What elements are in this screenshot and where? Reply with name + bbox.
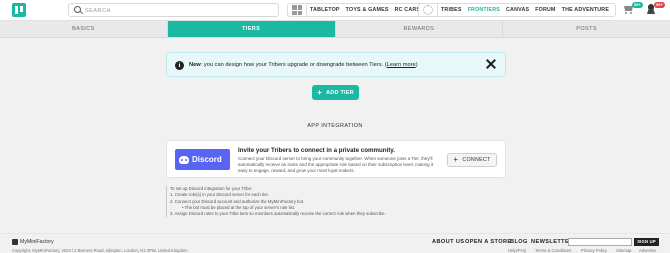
nav-canvas[interactable]: CANVAS bbox=[506, 7, 529, 13]
nav-tribes[interactable]: TRIBES bbox=[441, 7, 462, 13]
tab-posts[interactable]: POSTS bbox=[503, 21, 670, 37]
plus-icon: + bbox=[453, 155, 459, 164]
search-bar[interactable] bbox=[68, 3, 279, 17]
footer-link-sitemap[interactable]: Sitemap bbox=[616, 248, 631, 253]
connect-button[interactable]: + CONNECT bbox=[447, 153, 497, 167]
notice-body: : you can design how your Tribers upgrad… bbox=[200, 62, 387, 68]
plus-icon: + bbox=[317, 87, 323, 97]
grid-icon bbox=[292, 5, 302, 15]
app-integration-heading: APP INTEGRATION bbox=[307, 123, 363, 129]
footer-brand: MyMiniFactory bbox=[20, 239, 54, 245]
notice-prefix: New bbox=[189, 62, 201, 68]
discord-icon bbox=[179, 155, 189, 164]
cart-count-badge: 99+ bbox=[632, 2, 643, 8]
nav-divider bbox=[437, 3, 438, 17]
notification-count-badge: 99+ bbox=[654, 2, 665, 8]
info-notice: i New: you can design how your Tribers u… bbox=[166, 52, 506, 77]
newsletter-email-input[interactable] bbox=[568, 238, 632, 246]
page-footer: MyMiniFactory Copyright, MyMiniFactory, … bbox=[0, 233, 670, 253]
nav-forum[interactable]: FORUM bbox=[535, 7, 555, 13]
tab-rewards[interactable]: REWARDS bbox=[336, 21, 504, 37]
footer-link-terms[interactable]: Terms & Conditions bbox=[535, 248, 571, 253]
nav-rc-cars[interactable]: RC CARS bbox=[395, 7, 421, 13]
tab-basics[interactable]: BASICS bbox=[0, 21, 168, 37]
connect-label: CONNECT bbox=[462, 157, 491, 163]
nav-frontiers[interactable]: FRONTIERS bbox=[468, 7, 500, 13]
card-title: Invite your Tribers to connect in a priv… bbox=[238, 147, 396, 154]
tab-tiers[interactable]: TIERS bbox=[167, 21, 336, 37]
notice-suffix: ) bbox=[415, 62, 418, 68]
info-icon: i bbox=[175, 61, 184, 70]
mmf-logo-icon[interactable] bbox=[12, 3, 26, 17]
discord-wordmark: Discord bbox=[192, 155, 222, 164]
discord-logo: Discord bbox=[175, 149, 230, 170]
sign-up-button[interactable]: SIGN UP bbox=[634, 238, 659, 246]
add-tier-button[interactable]: + ADD TIER bbox=[312, 85, 359, 100]
footer-link-open-a-store[interactable]: OPEN A STORE bbox=[465, 239, 512, 245]
discord-integration-card: Discord Invite your Tribers to connect i… bbox=[166, 140, 506, 178]
card-description: Connect your Discord server to bring you… bbox=[238, 156, 434, 173]
discord-setup-instructions: To set up Discord integration for your T… bbox=[166, 186, 416, 218]
footer-link-advertise[interactable]: Advertise bbox=[639, 248, 656, 253]
nav-the-adventure[interactable]: THE ADVENTURE bbox=[562, 7, 609, 13]
notice-text: New: you can design how your Tribers upg… bbox=[189, 62, 418, 68]
settings-tabs: BASICS TIERS REWARDS POSTS bbox=[0, 21, 670, 38]
footer-link-about-us[interactable]: ABOUT US bbox=[432, 239, 464, 245]
footer-link-help-faq[interactable]: Help/FAQ bbox=[508, 248, 526, 253]
footer-copyright: Copyright, MyMiniFactory, 2024 / 2 Berne… bbox=[12, 248, 188, 253]
nav-group-community: TRIBES FRONTIERS CANVAS FORUM THE ADVENT… bbox=[418, 3, 617, 17]
nav-group-categories: TABLETOP TOYS & GAMES RC CARS bbox=[287, 3, 428, 17]
instruction-sub-step-text: The bot must be placed at the top of you… bbox=[184, 204, 296, 210]
add-tier-label: ADD TIER bbox=[326, 89, 354, 96]
footer-link-blog[interactable]: BLOG bbox=[510, 239, 528, 245]
close-icon[interactable] bbox=[485, 58, 497, 70]
tribes-icon bbox=[423, 5, 433, 15]
nav-tabletop[interactable]: TABLETOP bbox=[310, 7, 340, 13]
instruction-step: 3. Assign Discord roles to your Tribe ti… bbox=[170, 211, 386, 217]
top-header: TABLETOP TOYS & GAMES RC CARS TRIBES FRO… bbox=[0, 0, 670, 21]
nav-divider bbox=[306, 3, 307, 17]
footer-link-privacy[interactable]: Privacy Policy bbox=[581, 248, 607, 253]
search-input[interactable] bbox=[85, 5, 265, 16]
learn-more-link[interactable]: Learn more bbox=[387, 62, 416, 68]
nav-toys-games[interactable]: TOYS & GAMES bbox=[346, 7, 389, 13]
footer-logo-icon bbox=[12, 239, 18, 245]
search-icon bbox=[74, 6, 81, 13]
